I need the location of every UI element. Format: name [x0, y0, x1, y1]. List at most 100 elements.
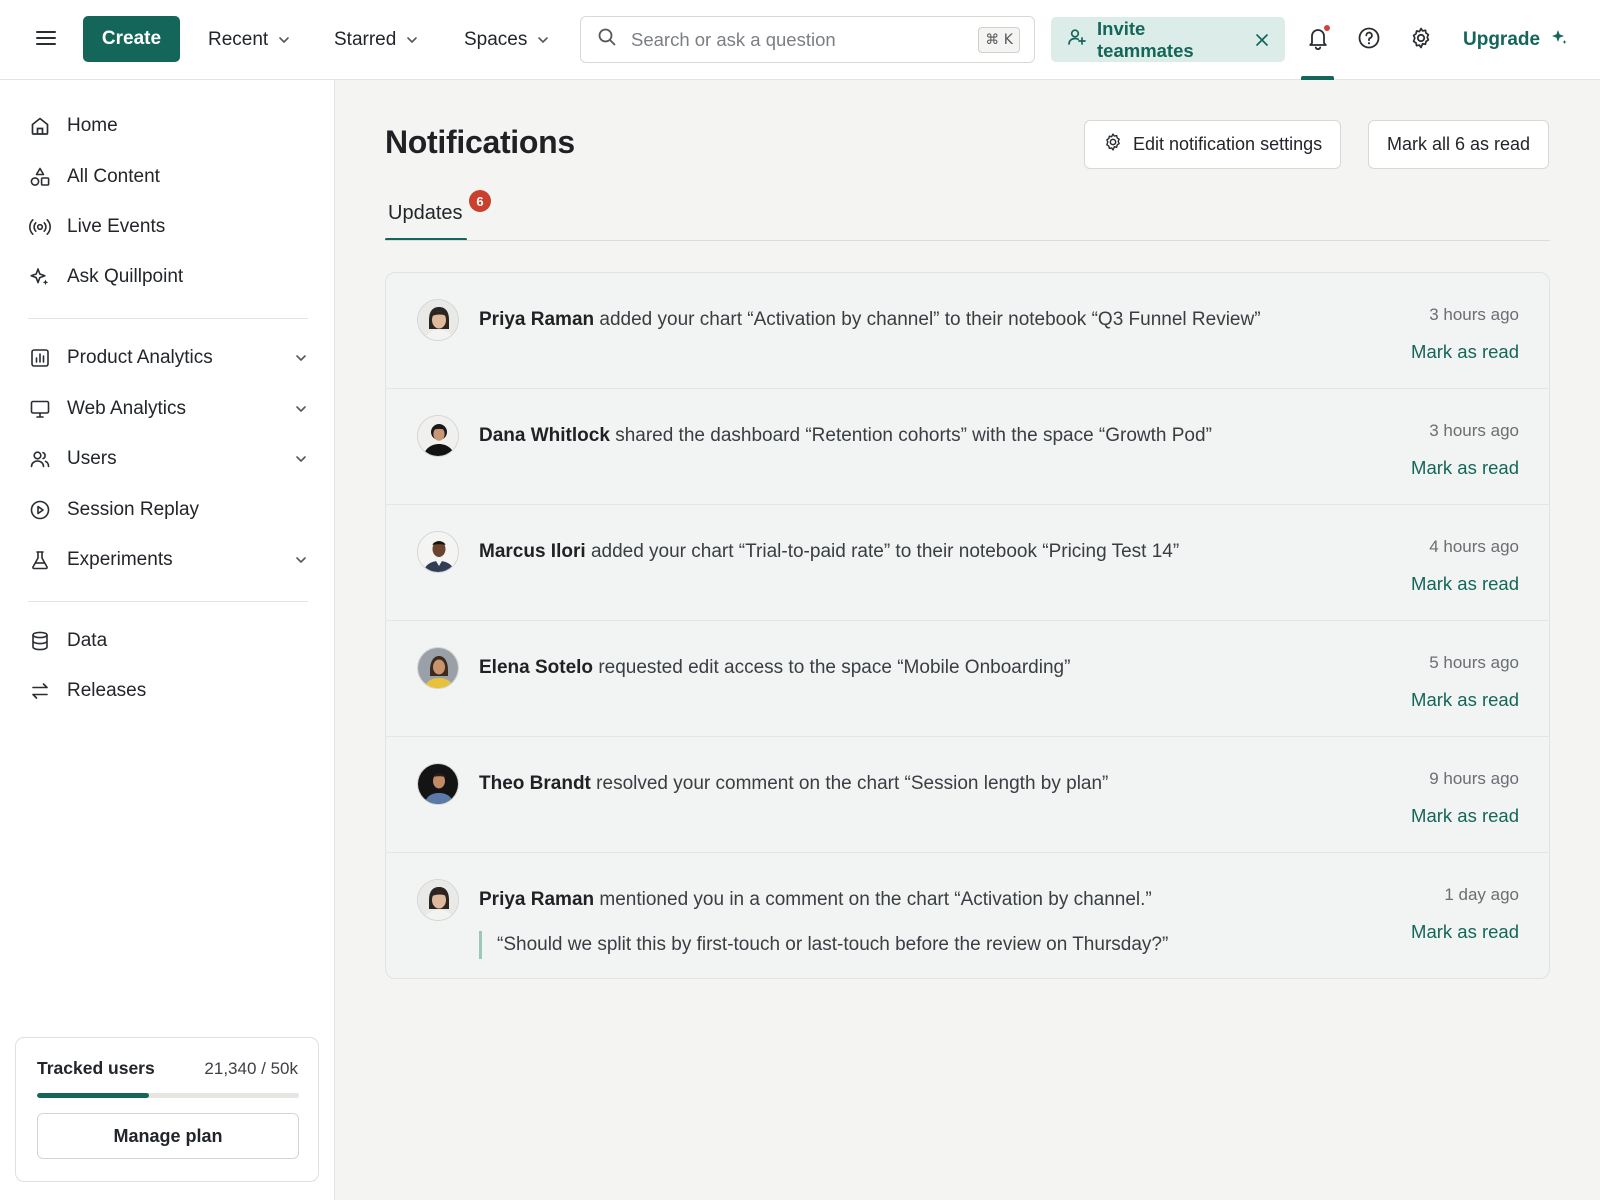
close-icon[interactable]	[1255, 33, 1269, 47]
menu-button[interactable]	[30, 22, 62, 58]
sidebar-item-label: Web Analytics	[67, 398, 186, 419]
notification-actor: Priya Raman	[479, 889, 595, 910]
mark-as-read-link[interactable]: Mark as read	[1411, 921, 1519, 943]
arrows-icon	[28, 679, 52, 703]
notification-message: Dana Whitlock shared the dashboard “Rete…	[479, 425, 1212, 447]
mark-as-read-link[interactable]: Mark as read	[1411, 805, 1519, 827]
search-shortcut: ⌘ K	[978, 26, 1020, 53]
flask-icon	[28, 548, 52, 572]
starred-dropdown[interactable]: Starred	[334, 20, 419, 60]
sidebar-item-releases[interactable]: Releases	[28, 671, 310, 711]
spaces-dropdown[interactable]: Spaces	[464, 20, 550, 60]
notification-message: Marcus Ilori added your chart “Trial-to-…	[479, 541, 1179, 563]
mark-all-read-button[interactable]: Mark all 6 as read	[1368, 120, 1550, 169]
sidebar-item-label: Data	[67, 630, 108, 651]
starred-label: Starred	[334, 29, 397, 50]
sidebar-item-label: Home	[67, 115, 118, 136]
sidebar-item-users[interactable]: Users	[28, 439, 310, 479]
unread-count-badge: 6	[469, 190, 491, 212]
notification-item[interactable]: Theo Brandt resolved your comment on the…	[386, 737, 1549, 853]
tracked-users-label: Tracked users	[37, 1058, 155, 1078]
notification-actor: Priya Raman	[479, 309, 595, 330]
notification-item[interactable]: Marcus Ilori added your chart “Trial-to-…	[386, 505, 1549, 621]
chevron-down-icon	[292, 450, 310, 468]
sparkle-icon	[28, 265, 52, 289]
tracked-users-progress-fill	[37, 1093, 149, 1098]
sidebar-item-label: Releases	[67, 680, 147, 701]
notification-time: 3 hours ago	[1429, 421, 1519, 440]
notification-text: resolved your comment on the chart “Sess…	[596, 773, 1109, 794]
avatar	[417, 879, 459, 921]
help-icon	[1357, 26, 1381, 55]
create-button[interactable]: Create	[83, 16, 180, 62]
manage-plan-button[interactable]: Manage plan	[37, 1113, 299, 1159]
tracked-users-progress	[37, 1093, 299, 1098]
sidebar-item-home[interactable]: Home	[28, 106, 310, 146]
tracked-users-count: 21,340 / 50k	[204, 1059, 298, 1078]
notification-time: 9 hours ago	[1429, 769, 1519, 788]
notification-message: Priya Raman added your chart “Activation…	[479, 309, 1261, 331]
top-bar: Create Recent Starred Spaces Search or a…	[0, 0, 1600, 80]
notification-time: 3 hours ago	[1429, 305, 1519, 324]
users-icon	[28, 447, 52, 471]
notifications-button[interactable]	[1300, 22, 1336, 58]
sidebar-item-label: All Content	[67, 166, 160, 187]
sidebar-item-web-analytics[interactable]: Web Analytics	[28, 389, 310, 429]
sidebar-item-label: Experiments	[67, 549, 173, 570]
mark-as-read-link[interactable]: Mark as read	[1411, 341, 1519, 363]
broadcast-icon	[28, 215, 52, 239]
chevron-down-icon	[279, 37, 290, 43]
spaces-label: Spaces	[464, 29, 528, 50]
mark-as-read-link[interactable]: Mark as read	[1411, 689, 1519, 711]
search-placeholder: Search or ask a question	[631, 28, 836, 50]
notification-list: Priya Raman added your chart “Activation…	[385, 272, 1550, 979]
notification-item[interactable]: Elena Sotelo requested edit access to th…	[386, 621, 1549, 737]
notification-time: 1 day ago	[1444, 885, 1519, 904]
menu-icon	[35, 29, 57, 52]
recent-label: Recent	[208, 29, 269, 50]
sidebar-item-session-replay[interactable]: Session Replay	[28, 490, 310, 530]
help-button[interactable]	[1351, 22, 1387, 58]
chevron-down-icon	[292, 349, 310, 367]
active-indicator	[1301, 76, 1334, 80]
gear-icon	[1103, 132, 1123, 157]
search-input[interactable]: Search or ask a question ⌘ K	[580, 16, 1035, 63]
home-icon	[28, 114, 52, 138]
notification-item[interactable]: Dana Whitlock shared the dashboard “Rete…	[386, 389, 1549, 505]
notification-message: Elena Sotelo requested edit access to th…	[479, 657, 1070, 679]
sidebar-item-label: Session Replay	[67, 499, 200, 520]
settings-button[interactable]	[1403, 22, 1439, 58]
tab-updates[interactable]: Updates 6	[385, 190, 491, 242]
monitor-icon	[28, 397, 52, 421]
sidebar-item-live-events[interactable]: Live Events	[28, 207, 310, 247]
upgrade-button[interactable]: Upgrade	[1463, 20, 1568, 60]
notification-text: requested edit access to the space “Mobi…	[598, 657, 1071, 678]
notification-text: added your chart “Activation by channel”…	[599, 309, 1261, 330]
sidebar-item-data[interactable]: Data	[28, 621, 310, 661]
mark-as-read-link[interactable]: Mark as read	[1411, 573, 1519, 595]
notification-dot	[1324, 25, 1330, 31]
gear-icon	[1409, 26, 1433, 55]
recent-dropdown[interactable]: Recent	[208, 20, 291, 60]
sidebar-item-experiments[interactable]: Experiments	[28, 540, 310, 580]
notification-message: Theo Brandt resolved your comment on the…	[479, 773, 1108, 795]
sidebar-item-ask-quillpoint[interactable]: Ask Quillpoint	[28, 257, 310, 297]
bar-chart-icon	[28, 346, 52, 370]
notification-time: 4 hours ago	[1429, 537, 1519, 556]
notification-item[interactable]: Priya Raman added your chart “Activation…	[386, 273, 1549, 389]
page-title: Notifications	[385, 124, 575, 160]
notification-actor: Theo Brandt	[479, 773, 591, 794]
mark-as-read-link[interactable]: Mark as read	[1411, 457, 1519, 479]
mark-all-read-label: Mark all 6 as read	[1387, 134, 1531, 154]
sidebar-item-label: Ask Quillpoint	[67, 266, 184, 287]
notification-message: Priya Raman mentioned you in a comment o…	[479, 889, 1152, 911]
avatar	[417, 299, 459, 341]
notification-item[interactable]: Priya Raman mentioned you in a comment o…	[386, 853, 1549, 978]
notification-actor: Elena Sotelo	[479, 657, 594, 678]
sidebar-item-product-analytics[interactable]: Product Analytics	[28, 338, 310, 378]
edit-notification-settings-button[interactable]: Edit notification settings	[1084, 120, 1342, 169]
invite-teammates-button[interactable]: Invite teammates	[1051, 17, 1285, 62]
edit-notification-settings-label: Edit notification settings	[1133, 134, 1323, 154]
sidebar-item-label: Users	[67, 448, 117, 469]
sidebar-item-all-content[interactable]: All Content	[28, 157, 310, 197]
